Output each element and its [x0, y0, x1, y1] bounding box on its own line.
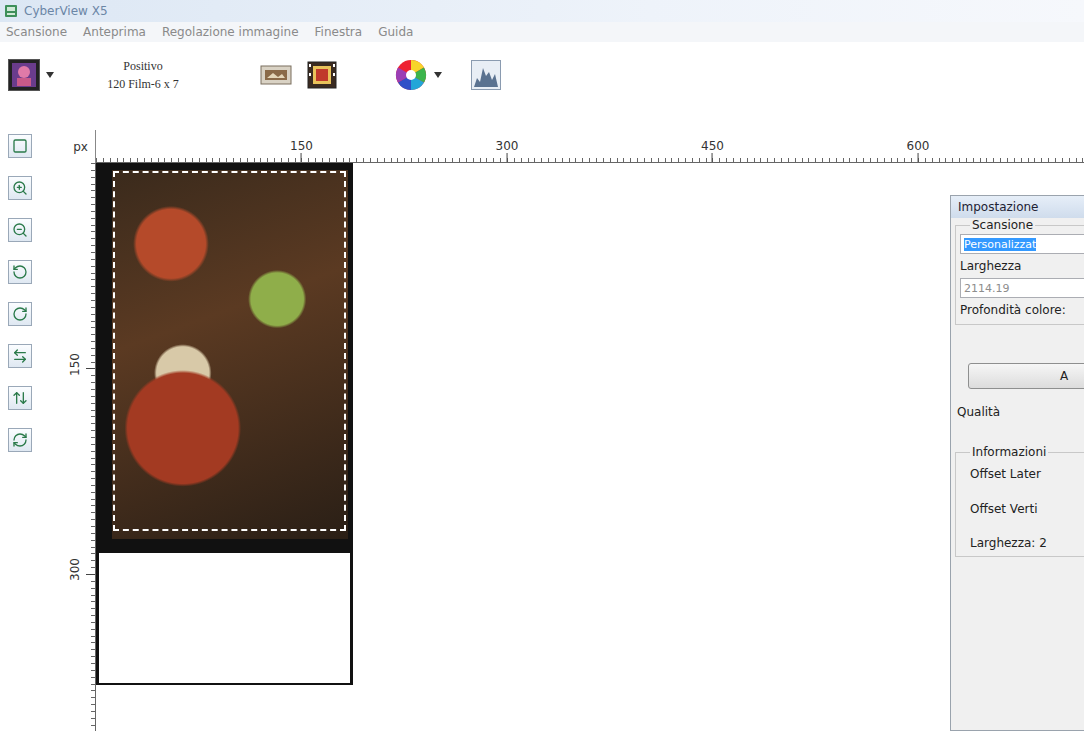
side-tool-button[interactable] — [8, 428, 32, 452]
quality-label: Qualità — [957, 405, 1000, 419]
flip-horizontal-icon — [12, 348, 28, 364]
info-item: Offset Later — [970, 467, 1084, 481]
advanced-button[interactable]: A — [968, 363, 1084, 389]
side-tool-button[interactable] — [8, 302, 32, 326]
scan-button[interactable] — [306, 61, 338, 89]
scanner-icon — [260, 63, 292, 87]
left-ruler: 150 300 — [66, 163, 96, 731]
color-depth-label: Profondità colore: — [960, 303, 1084, 317]
menu-item[interactable]: Regolazione immagine — [162, 25, 299, 39]
zoom-in-icon — [12, 180, 28, 196]
ruler-tick: 150 — [68, 362, 95, 376]
preset-field[interactable]: Personalizzat — [960, 234, 1084, 254]
scan-group: ScansionePersonalizzatLarghezza2114.19Pr… — [955, 218, 1084, 325]
dropdown-arrow-icon[interactable] — [46, 72, 54, 78]
side-tool-button[interactable] — [8, 176, 32, 200]
rotate-right-icon — [12, 306, 28, 322]
ruler-tick: 600 — [907, 140, 930, 162]
film-strip — [96, 163, 353, 685]
flip-vertical-icon — [12, 390, 28, 406]
menu-bar: Scansione Anteprima Regolazione immagine Fi… — [0, 22, 1084, 42]
app-icon — [4, 4, 18, 18]
crop-selection[interactable] — [113, 171, 346, 531]
histogram-button[interactable] — [470, 59, 502, 91]
info-group: InformazioniOffset LaterOffset VertiLarg… — [955, 445, 1084, 557]
panel-title: Impostazione — [951, 196, 1084, 218]
film-mode-label: Positivo120 Film-6 x 7 — [68, 59, 218, 92]
ruler-unit: px — [66, 130, 96, 163]
film-frame — [96, 163, 353, 553]
info-item: Offset Verti — [970, 502, 1084, 516]
color-wheel-icon — [395, 59, 427, 91]
rotate-left-icon — [12, 264, 28, 280]
info-item: Larghezza: 2 — [970, 536, 1084, 550]
menu-item[interactable]: Guida — [378, 25, 413, 39]
ruler-tick: 300 — [496, 140, 519, 162]
app-window: CyberView X5 Scansione Anteprima Regolazion… — [0, 0, 1084, 731]
color-dropdown-icon[interactable] — [434, 72, 442, 78]
select-icon — [12, 138, 28, 154]
side-toolbar — [0, 130, 66, 731]
title-bar: CyberView X5 — [0, 0, 1084, 22]
ruler-tick: 150 — [290, 140, 313, 162]
side-tool-button[interactable] — [8, 344, 32, 368]
ruler-tick: 450 — [701, 140, 724, 162]
menu-item[interactable]: Anteprima — [83, 25, 146, 39]
preview-button[interactable] — [260, 62, 292, 88]
film-blank-frame — [96, 553, 353, 685]
preview-canvas — [96, 163, 1084, 731]
side-tool-button[interactable] — [8, 134, 32, 158]
width-field: 2114.19 — [960, 278, 1084, 298]
side-tool-button[interactable] — [8, 218, 32, 242]
settings-panel: ImpostazioneScansionePersonalizzatLarghe… — [950, 195, 1084, 731]
film-frame-icon — [307, 61, 337, 89]
color-button[interactable] — [394, 58, 428, 92]
menu-item[interactable]: Scansione — [6, 25, 67, 39]
zoom-out-icon — [12, 222, 28, 238]
preview-area: px 150 300 450 600 150 300 — [66, 130, 1084, 731]
film-type-icon — [8, 59, 40, 91]
top-ruler: 150 300 450 600 — [96, 130, 1084, 163]
ruler-tick: 300 — [68, 567, 95, 581]
width-label: Larghezza — [960, 259, 1084, 273]
workspace: px 150 300 450 600 150 300 — [0, 108, 1084, 731]
side-tool-button[interactable] — [8, 260, 32, 284]
reset-icon — [12, 432, 28, 448]
side-tool-button[interactable] — [8, 386, 32, 410]
menu-item[interactable]: Finestra — [315, 25, 363, 39]
histogram-icon — [471, 60, 501, 90]
preview-photo[interactable] — [112, 170, 348, 539]
toolbar: Positivo120 Film-6 x 7 — [0, 42, 1084, 108]
scan-type-button[interactable] — [8, 59, 40, 91]
window-title: CyberView X5 — [24, 4, 108, 18]
